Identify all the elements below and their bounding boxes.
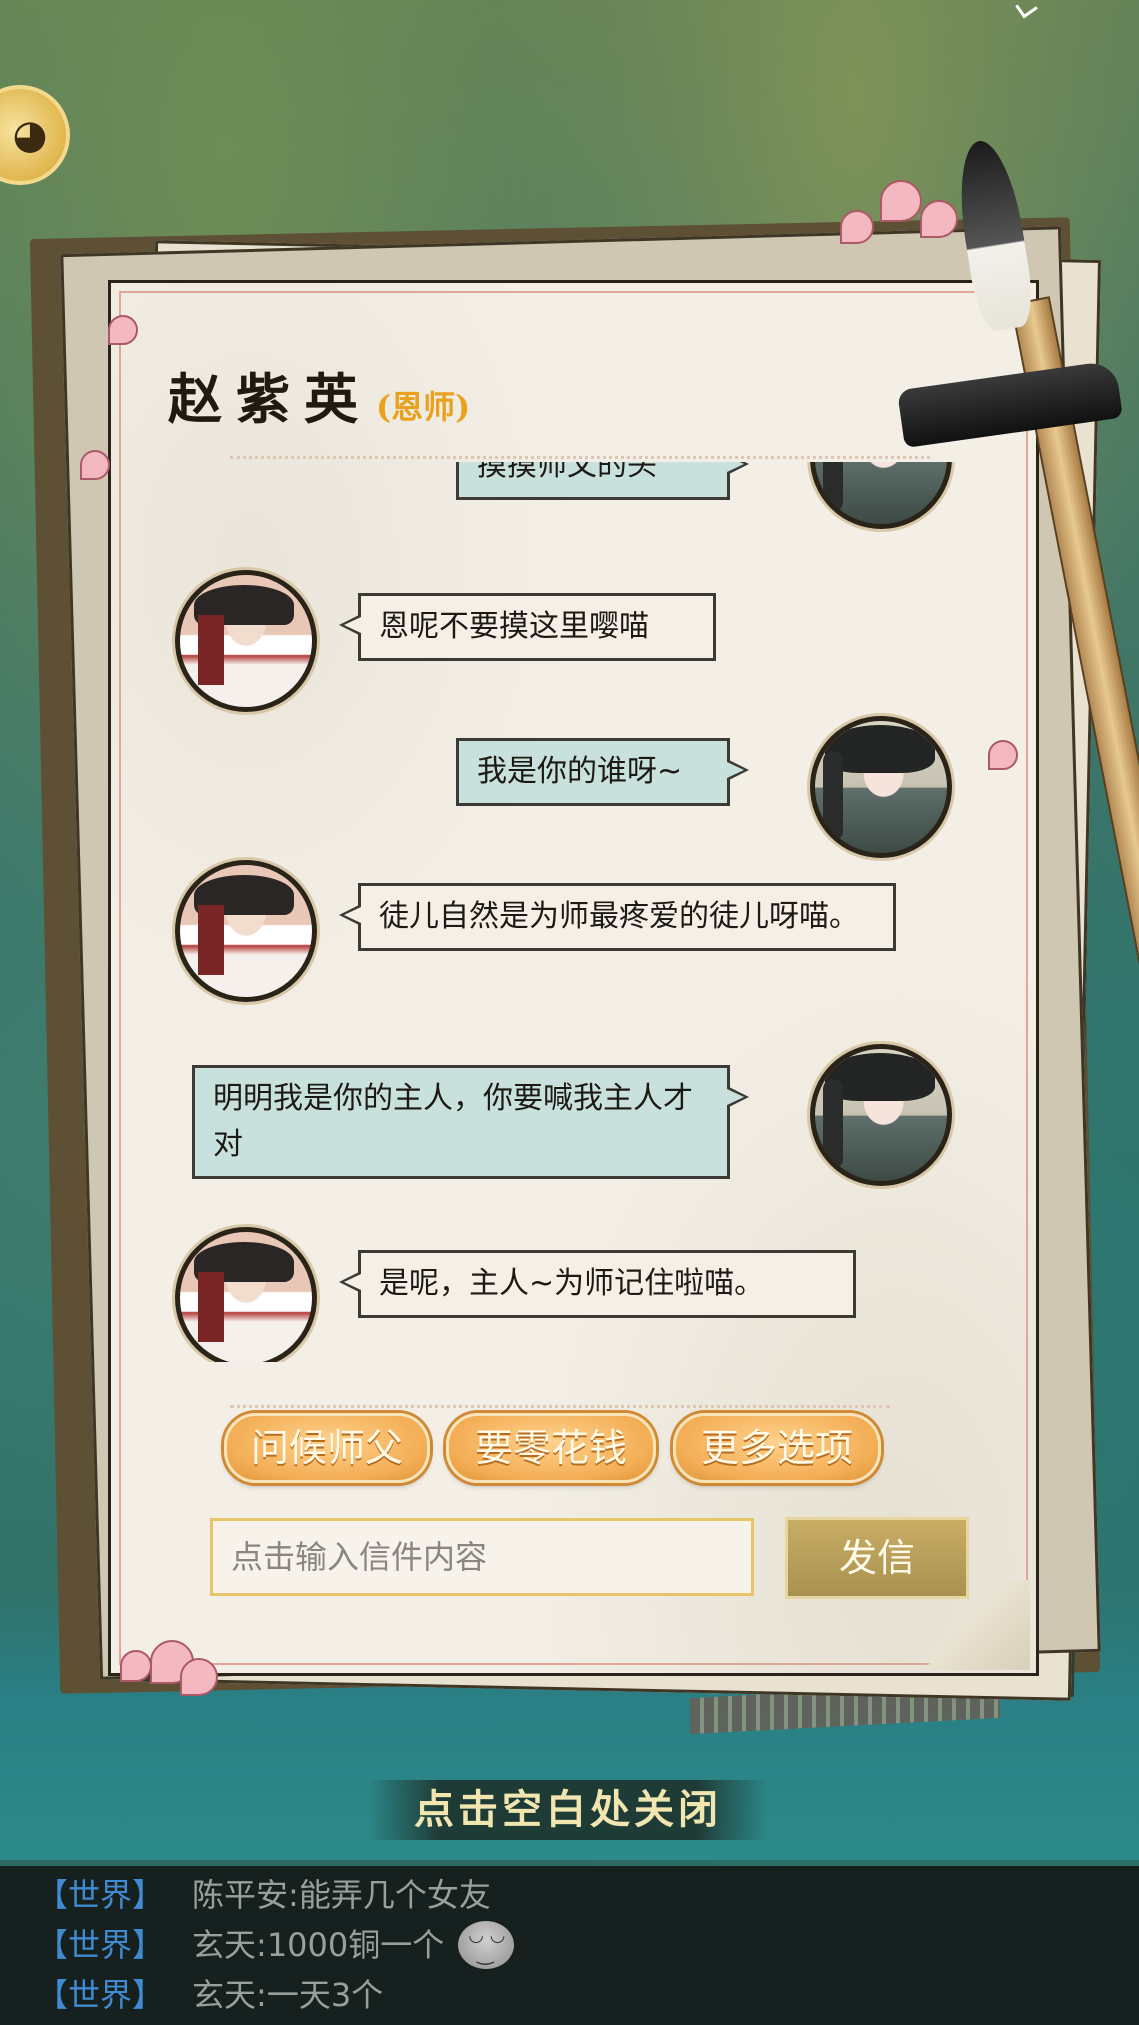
disciple-avatar[interactable] <box>810 1044 952 1186</box>
chat-user[interactable]: 玄天 <box>192 1920 256 1970</box>
master-avatar[interactable] <box>175 1227 317 1362</box>
message-bubble-master: 恩呢不要摸这里嘤喵 <box>339 593 716 661</box>
chat-text: 能弄几个女友 <box>298 1876 491 1914</box>
chat-text: 一天3个 <box>266 1976 384 2014</box>
message-text: 是呢，主人~为师记住啦喵。 <box>379 1266 765 1301</box>
chat-text: 1000铜一个 <box>266 1926 445 1964</box>
chat-line: 【世界】 玄天 : 一天3个 <box>36 1970 383 2020</box>
message-list[interactable]: 摸摸师父的头 恩呢不要摸这里嘤喵 我是你的谁呀~ 徒儿自然是为师最疼爱的徒儿呀喵… <box>150 462 980 1362</box>
letter-input[interactable]: 点击输入信件内容 <box>210 1518 754 1596</box>
contact-name: 赵紫英 <box>168 367 372 431</box>
message-text: 明明我是你的主人，你要喊我主人才对 <box>213 1081 693 1162</box>
divider <box>230 1405 890 1408</box>
letter-title: 赵紫英 (恩师) <box>168 355 470 434</box>
chat-user[interactable]: 玄天 <box>192 1970 256 2020</box>
master-avatar[interactable] <box>175 570 317 712</box>
chat-channel: 【世界】 <box>36 1976 165 2014</box>
world-chat-panel[interactable]: 【世界】 陈平安 : 能弄几个女友 【世界】 玄天 : 1000铜一个 【世界】… <box>0 1866 1139 2025</box>
message-bubble-self: 摸摸师父的头 <box>456 462 749 500</box>
option-greet-master-button[interactable]: 问候师父 <box>224 1413 430 1483</box>
message-text: 恩呢不要摸这里嘤喵 <box>379 609 649 644</box>
message-text: 摸摸师父的头 <box>477 462 657 483</box>
chat-user[interactable]: 陈平安 <box>192 1870 288 1920</box>
message-bubble-master: 是呢，主人~为师记住啦喵。 <box>339 1250 856 1318</box>
close-hint[interactable]: 点击空白处关闭 <box>368 1780 768 1840</box>
disciple-avatar[interactable] <box>810 716 952 858</box>
send-button[interactable]: 发信 <box>785 1517 969 1599</box>
chat-line: 【世界】 玄天 : 1000铜一个 <box>36 1920 515 1970</box>
disciple-avatar[interactable] <box>810 462 952 529</box>
divider <box>230 456 930 459</box>
message-bubble-self: 我是你的谁呀~ <box>456 738 749 806</box>
chat-channel: 【世界】 <box>36 1876 165 1914</box>
message-text: 我是你的谁呀~ <box>477 754 683 789</box>
smile-emoji-icon <box>458 1921 515 1969</box>
master-avatar[interactable] <box>175 860 317 1002</box>
chat-line: 【世界】 陈平安 : 能弄几个女友 <box>36 1870 491 1920</box>
message-bubble-self: 明明我是你的主人，你要喊我主人才对 <box>192 1065 749 1179</box>
message-text: 徒儿自然是为师最疼爱的徒儿呀喵。 <box>379 899 859 934</box>
option-more-button[interactable]: 更多选项 <box>673 1413 881 1483</box>
chat-channel: 【世界】 <box>36 1926 165 1964</box>
option-pocket-money-button[interactable]: 要零花钱 <box>446 1413 656 1483</box>
message-bubble-master: 徒儿自然是为师最疼爱的徒儿呀喵。 <box>339 883 896 951</box>
contact-role: (恩师) <box>376 388 471 426</box>
